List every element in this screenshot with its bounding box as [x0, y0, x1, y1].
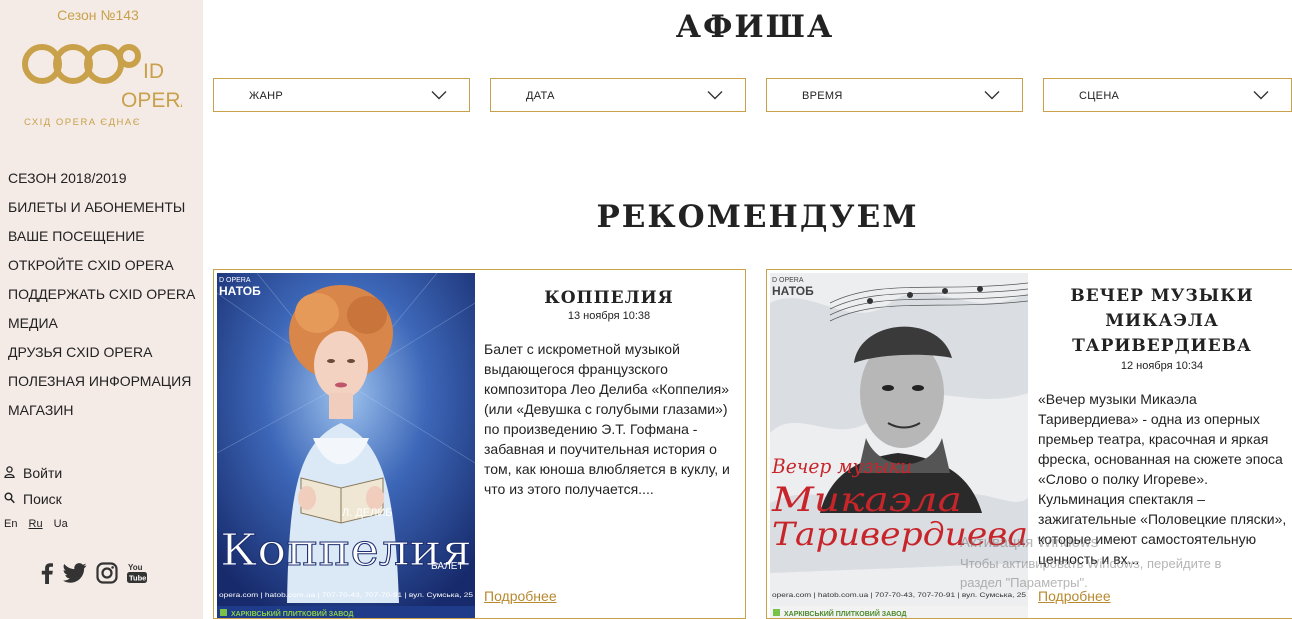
- chevron-down-icon: [984, 91, 1000, 100]
- menu-item-support[interactable]: ПОДДЕРЖАТЬ CXID OPERA: [8, 284, 195, 313]
- sidebar: Сезон №143 ID OPERA СХІД OPERA ЄДНАЄ СЕЗ…: [0, 0, 203, 619]
- svg-text:D OPERA: D OPERA: [772, 277, 804, 284]
- desc-line: по произведению Э.Т. Гофмана -: [484, 421, 698, 437]
- login-link[interactable]: Войти: [4, 465, 62, 481]
- desc-line: выдающегося французского: [484, 361, 668, 377]
- event-card-coppelia[interactable]: D OPERA НАТОБ Л. ДЕЛИБ Коппелия БАЛЕТ op…: [213, 269, 746, 619]
- filter-time-label: ВРЕМЯ: [802, 90, 843, 102]
- event-title[interactable]: КОППЕЛИЯ: [484, 286, 734, 311]
- filter-stage-label: СЦЕНА: [1079, 90, 1120, 102]
- svg-text:Микаэла: Микаэла: [771, 480, 962, 520]
- svg-text:opera.com | hatob.com.ua |: opera.com | hatob.com.ua | 707-70-43, 70…: [772, 592, 1026, 599]
- login-label: Войти: [23, 465, 63, 481]
- svg-text:D OPERA: D OPERA: [219, 277, 251, 284]
- title-line: ТАРИВЕРДИЕВА: [1072, 336, 1252, 356]
- logo[interactable]: ID OPERA СХІД OPERA ЄДНАЄ: [22, 34, 195, 129]
- svg-text:БАЛЕТ: БАЛЕТ: [431, 561, 464, 572]
- chevron-down-icon: [431, 91, 447, 100]
- language-switcher: En Ru Ua: [4, 518, 76, 530]
- svg-text:Вечер музыки: Вечер музыки: [771, 454, 912, 478]
- desc-line: Балет с искрометной музыкой: [484, 341, 680, 357]
- chevron-down-icon: [707, 91, 723, 100]
- more-link[interactable]: Подробнее: [484, 588, 557, 604]
- svg-text:Таривердиева: Таривердиева: [772, 515, 1028, 553]
- menu-item-friends[interactable]: ДРУЗЬЯ CXID OPERA: [8, 342, 195, 371]
- recommend-title: РЕКОМЕНДУЕМ: [596, 199, 919, 235]
- search-label: Поиск: [23, 491, 62, 507]
- title-line: МИКАЭЛА: [1105, 311, 1219, 331]
- more-link[interactable]: Подробнее: [1038, 588, 1111, 604]
- desc-line: том, как юноша влюбляется в куклу, и: [484, 461, 730, 477]
- logo-opera: OPERA: [121, 89, 182, 112]
- desc-line: «Вечер музыки Микаэла: [1038, 391, 1197, 407]
- menu-item-season[interactable]: СЕЗОН 2018/2019: [8, 168, 195, 197]
- menu-item-media[interactable]: МЕДИА: [8, 313, 195, 342]
- event-description: «Вечер музыки Микаэла Таривердиева» - од…: [1038, 389, 1292, 569]
- desc-line: которые имеют самостоятельную: [1038, 531, 1257, 547]
- desc-line: что из этого получается....: [484, 481, 654, 497]
- poster-coppelia[interactable]: D OPERA НАТОБ Л. ДЕЛИБ Коппелия БАЛЕТ op…: [217, 273, 475, 618]
- instagram-icon[interactable]: [96, 562, 118, 588]
- social-links: You Tube: [40, 562, 147, 588]
- afisha-title: АФИША: [675, 9, 835, 45]
- main-menu: СЕЗОН 2018/2019 БИЛЕТЫ И АБОНЕМЕНТЫ ВАШЕ…: [8, 168, 195, 429]
- svg-text:НАТОБ: НАТОБ: [772, 284, 814, 298]
- season-label: Сезон №143: [57, 7, 139, 23]
- desc-line: композитора Лео Делиба «Коппелия»: [484, 381, 730, 397]
- desc-line: зажигательные «Половецкие пляски»,: [1038, 511, 1287, 527]
- title-line: ВЕЧЕР МУЗЫКИ: [1070, 286, 1254, 306]
- logo-id: ID: [143, 60, 164, 83]
- filter-stage[interactable]: СЦЕНА: [1043, 78, 1292, 112]
- user-icon: [4, 465, 23, 481]
- filter-genre[interactable]: ЖАНР: [213, 78, 470, 112]
- event-date: 13 ноября 10:38: [567, 310, 651, 322]
- desc-line: фреска, основанная на сюжете эпоса: [1038, 451, 1283, 467]
- event-title[interactable]: ВЕЧЕР МУЗЫКИ МИКАЭЛА ТАРИВЕРДИЕВА: [1037, 284, 1287, 359]
- lang-ru[interactable]: Ru: [29, 518, 43, 530]
- svg-text:opera.com | hatob.com.ua |: opera.com | hatob.com.ua | 707-70-43, 70…: [219, 592, 473, 599]
- svg-text:You: You: [128, 563, 143, 572]
- svg-text:ХАРКІВСЬКИЙ ПЛИТКОВИЙ ЗАВОД: ХАРКІВСЬКИЙ ПЛИТКОВИЙ ЗАВОД: [784, 609, 906, 618]
- lang-ua[interactable]: Ua: [54, 518, 68, 530]
- menu-item-info[interactable]: ПОЛЕЗНАЯ ИНФОРМАЦИЯ: [8, 371, 195, 400]
- menu-item-shop[interactable]: МАГАЗИН: [8, 400, 195, 429]
- poster-tariverdiev[interactable]: D OPERA НАТОБ Вечер музыки Микаэла Тарив…: [770, 273, 1028, 618]
- menu-item-tickets[interactable]: БИЛЕТЫ И АБОНЕМЕНТЫ: [8, 197, 195, 226]
- desc-line: забавная и поучительная история о: [484, 441, 717, 457]
- desc-line: ценность и вх...: [1038, 551, 1140, 567]
- menu-item-discover[interactable]: ОТКРОЙТЕ CXID OPERA: [8, 255, 195, 284]
- twitter-icon[interactable]: [62, 563, 87, 587]
- search-link[interactable]: Поиск: [4, 491, 62, 507]
- svg-text:ХАРКІВСЬКИЙ ПЛИТКОВИЙ ЗАВОД: ХАРКІВСЬКИЙ ПЛИТКОВИЙ ЗАВОД: [231, 609, 353, 618]
- chevron-down-icon: [1253, 91, 1269, 100]
- search-icon: [4, 491, 23, 507]
- svg-text:НАТОБ: НАТОБ: [219, 284, 261, 298]
- logo-tagline: СХІД OPERA ЄДНАЄ: [24, 117, 141, 128]
- event-date: 12 ноября 10:34: [1120, 360, 1204, 372]
- filter-date[interactable]: ДАТА: [490, 78, 746, 112]
- youtube-icon[interactable]: You Tube: [127, 562, 147, 588]
- filter-genre-label: ЖАНР: [249, 90, 283, 102]
- svg-text:Tube: Tube: [129, 574, 146, 583]
- lang-en[interactable]: En: [4, 518, 17, 530]
- facebook-icon[interactable]: [40, 562, 54, 588]
- desc-line: Таривердиева» - одна из оперных: [1038, 411, 1260, 427]
- desc-line: «Слово о полку Игореве».: [1038, 471, 1209, 487]
- desc-line: премьер театра, красочная и яркая: [1038, 431, 1269, 447]
- svg-text:Л. ДЕЛИБ: Л. ДЕЛИБ: [342, 507, 392, 519]
- event-card-tariverdiev[interactable]: D OPERA НАТОБ Вечер музыки Микаэла Тарив…: [766, 269, 1292, 619]
- desc-line: (или «Девушка с голубыми глазами»): [484, 401, 728, 417]
- filter-date-label: ДАТА: [526, 90, 555, 102]
- menu-item-visit[interactable]: ВАШЕ ПОСЕЩЕНИЕ: [8, 226, 195, 255]
- event-description: Балет с искрометной музыкой выдающегося …: [484, 339, 744, 499]
- filter-time[interactable]: ВРЕМЯ: [766, 78, 1023, 112]
- desc-line: Кульминация спектакля –: [1038, 491, 1205, 507]
